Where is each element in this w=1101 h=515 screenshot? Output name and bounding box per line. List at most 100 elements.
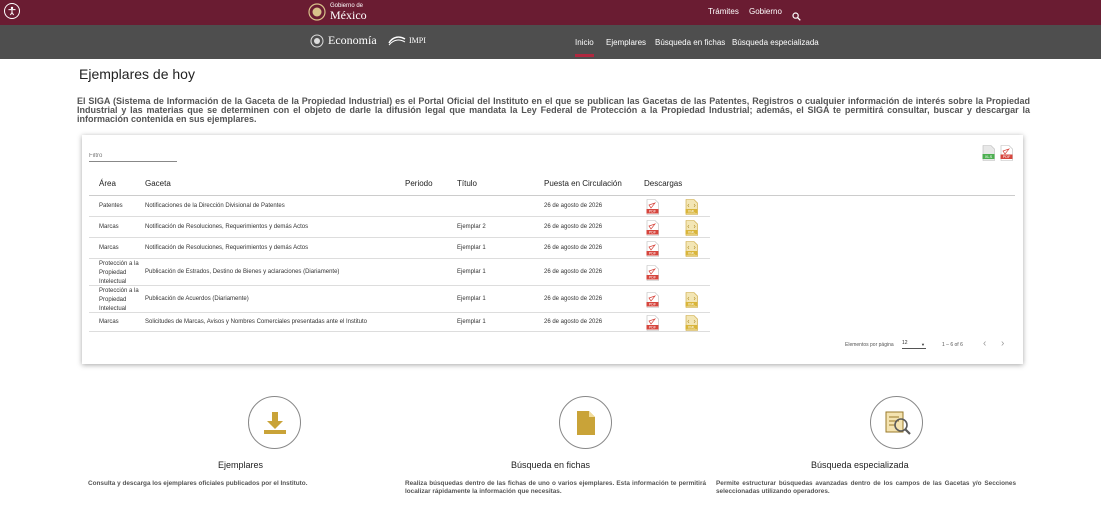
economia-text: Economía <box>328 33 377 47</box>
xls-file-icon: XLS <box>982 145 995 161</box>
cell-gaceta: Solicitudes de Marcas, Avisos y Nombres … <box>145 319 367 325</box>
xls-label: XLS <box>985 154 993 159</box>
col-header-area[interactable]: Área <box>99 179 116 188</box>
download-xml-button[interactable]: XML <box>685 219 698 236</box>
cell-fecha: 26 de agosto de 2026 <box>544 224 603 230</box>
xml-file-icon: XML <box>685 198 698 215</box>
ejemplares-feature-icon-circle[interactable] <box>248 396 301 449</box>
pdf-file-icon: PDF <box>646 219 659 236</box>
download-pdf-button[interactable]: PDF <box>646 240 659 257</box>
cell-area: Marcas <box>99 245 119 251</box>
cell-gaceta: Publicación de Acuerdos (Diariamente) <box>145 296 249 302</box>
feature-desc-especializada: Permite estructurar búsquedas avanzadas … <box>716 480 1016 495</box>
download-pdf-button[interactable]: PDF <box>646 314 659 331</box>
xml-label: XML <box>688 209 695 213</box>
xml-file-icon: XML <box>685 240 698 257</box>
cell-fecha: 26 de agosto de 2026 <box>544 296 603 302</box>
page-size-value: 12 <box>902 340 908 346</box>
cell-titulo: Ejemplar 1 <box>457 269 486 275</box>
page-size-select[interactable]: 12 ▼ <box>902 340 926 349</box>
cell-area: Marcas <box>99 319 119 325</box>
gov-big-text: México <box>330 8 367 22</box>
nav-inicio[interactable]: Inicio <box>575 38 594 57</box>
advanced-search-icon <box>885 411 911 435</box>
download-xml-button[interactable]: XML <box>685 314 698 331</box>
top-link-tramites[interactable]: Trámites <box>708 7 739 16</box>
pager-range: 1 – 6 of 6 <box>942 342 963 348</box>
cell-area: Marcas <box>99 224 119 230</box>
export-xls-button[interactable]: XLS <box>982 145 995 161</box>
col-header-circulacion[interactable]: Puesta en Circulación <box>544 179 622 188</box>
nav-busqueda-especializada[interactable]: Búsqueda especializada <box>732 38 819 47</box>
feature-title-especializada[interactable]: Búsqueda especializada <box>811 460 909 470</box>
export-pdf-button[interactable]: PDF <box>1000 145 1013 161</box>
pdf-file-icon: PDF <box>646 198 659 215</box>
col-header-descargas[interactable]: Descargas <box>644 179 682 188</box>
document-icon <box>576 410 595 435</box>
secondary-nav-bar: Economía IMPI Inicio Ejemplares Búsqueda… <box>0 25 1101 59</box>
xml-label: XML <box>688 251 695 255</box>
coat-of-arms-icon <box>308 3 326 21</box>
pdf-label: PDF <box>649 302 657 306</box>
cell-titulo: Ejemplar 1 <box>457 296 486 302</box>
top-link-gobierno[interactable]: Gobierno <box>749 7 782 16</box>
especializada-feature-icon-circle[interactable] <box>870 396 923 449</box>
cell-area: Protección a la Propiedad Intelectual <box>99 288 139 312</box>
col-header-gaceta[interactable]: Gaceta <box>145 179 171 188</box>
cell-titulo: Ejemplar 1 <box>457 319 486 325</box>
economia-logo[interactable]: Economía <box>310 33 377 48</box>
table-row: Patentes Notificaciones de la Dirección D… <box>89 196 710 217</box>
cell-fecha: 26 de agosto de 2026 <box>544 203 603 209</box>
cell-fecha: 26 de agosto de 2026 <box>544 319 603 325</box>
prev-page-button[interactable]: ‹ <box>983 338 986 349</box>
xml-file-icon: XML <box>685 314 698 331</box>
impi-logo[interactable]: IMPI <box>388 34 426 46</box>
nav-busqueda-fichas[interactable]: Búsqueda en fichas <box>655 38 725 47</box>
filter-input[interactable] <box>89 148 177 162</box>
table-row: Marcas Notificación de Resoluciones, Requ… <box>89 217 710 238</box>
pdf-file-icon: PDF <box>646 240 659 257</box>
col-header-periodo[interactable]: Periodo <box>405 179 433 188</box>
download-xml-button[interactable]: XML <box>685 198 698 215</box>
nav-ejemplares[interactable]: Ejemplares <box>606 38 646 47</box>
search-icon[interactable] <box>792 12 801 21</box>
download-xml-button[interactable]: XML <box>685 240 698 257</box>
table-row: Protección a la Propiedad Intelectual Pub… <box>89 286 710 313</box>
download-pdf-button[interactable]: PDF <box>646 264 659 281</box>
download-pdf-button[interactable]: PDF <box>646 198 659 215</box>
feature-title-ejemplares[interactable]: Ejemplares <box>218 460 263 470</box>
impi-text: IMPI <box>409 35 426 45</box>
cell-area: Patentes <box>99 203 123 209</box>
impi-mark-icon <box>388 36 406 46</box>
items-per-page-label: Elementos por página <box>845 342 894 348</box>
cell-gaceta: Notificación de Resoluciones, Requerimie… <box>145 245 309 251</box>
economia-seal-icon <box>310 34 324 47</box>
ejemplares-card: XLS PDF Área Gaceta Periodo Título Puest… <box>82 135 1023 364</box>
pdf-label: PDF <box>649 275 657 279</box>
top-bar: Gobierno de México Trámites Gobierno <box>0 0 1101 25</box>
cell-titulo: Ejemplar 2 <box>457 224 486 230</box>
cell-titulo: Ejemplar 1 <box>457 245 486 251</box>
cell-gaceta: Publicación de Estrados, Destino de Bien… <box>145 269 340 275</box>
feature-title-fichas[interactable]: Búsqueda en fichas <box>511 460 590 470</box>
feature-desc-ejemplares: Consulta y descarga los ejemplares ofici… <box>88 480 308 487</box>
pdf-file-icon: PDF <box>646 264 659 281</box>
pdf-label: PDF <box>649 209 657 213</box>
gobierno-mexico-logo[interactable]: Gobierno de México <box>308 3 367 21</box>
next-page-button[interactable]: › <box>1001 338 1004 349</box>
xml-file-icon: XML <box>685 291 698 308</box>
fichas-feature-icon-circle[interactable] <box>559 396 612 449</box>
download-pdf-button[interactable]: PDF <box>646 291 659 308</box>
intro-text: El SIGA (Sistema de Información de la Ga… <box>77 96 1030 124</box>
cell-area: Protección a la Propiedad Intelectual <box>99 261 139 285</box>
download-pdf-button[interactable]: PDF <box>646 219 659 236</box>
download-xml-button[interactable]: XML <box>685 291 698 308</box>
pdf-label: PDF <box>649 325 657 329</box>
accessibility-icon[interactable] <box>4 3 20 19</box>
col-header-titulo[interactable]: Título <box>457 179 477 188</box>
cell-gaceta: Notificación de Resoluciones, Requerimie… <box>145 224 309 230</box>
download-icon <box>263 411 286 434</box>
pdf-file-icon: PDF <box>646 314 659 331</box>
pdf-label: PDF <box>649 251 657 255</box>
caret-down-icon: ▼ <box>921 342 925 347</box>
